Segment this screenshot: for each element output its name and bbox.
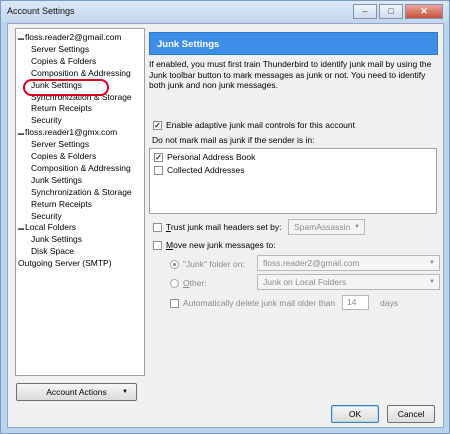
tree-item-label: Local Folders [25,222,77,233]
tree-item[interactable]: Disk Space [31,245,74,257]
chevron-down-icon: ▼ [354,224,360,230]
tree-item-label: Security [31,210,62,221]
tree-item[interactable]: Composition & Addressing [31,67,131,79]
trust-headers-dropdown[interactable]: SpamAssassin ▼ [288,219,365,235]
tree-item[interactable]: Security [31,114,62,126]
whitelist-label: Do not mark mail as junk if the sender i… [152,135,315,145]
cancel-button[interactable]: Cancel [387,405,435,423]
panel-title: Junk Settings [157,39,220,50]
collapse-icon[interactable]: ▬ [18,223,25,235]
collapse-icon[interactable]: ▬ [18,128,25,140]
tree-item[interactable]: Return Receipts [31,102,92,114]
tree-item[interactable]: Junk Settings [31,233,82,245]
close-icon[interactable]: ✕ [405,4,443,19]
trust-headers-dropdown-value: SpamAssassin [294,222,351,232]
tree-item-label: Copies & Folders [31,151,97,161]
account-actions-label: Account Actions [46,387,107,397]
tree-item-label: Server Settings [31,139,90,150]
junk-folder-radio[interactable] [170,260,179,269]
dialog-client-area: ▬floss.reader2@gmail.com Server Settings C… [7,23,444,428]
junk-settings-panel: Junk Settings If enabled, you must first… [149,28,440,408]
tree-item[interactable]: Junk Settings [31,174,82,186]
tree-item-label: Junk Settings [31,174,83,185]
move-junk-checkbox[interactable] [153,241,162,250]
window-title: Account Settings [7,6,75,16]
other-folder-dropdown[interactable]: Junk on Local Folders ▼ [257,274,440,290]
title-bar: Account Settings – □ ✕ [1,1,449,23]
account-settings-window: Account Settings – □ ✕ ▬floss.reader2@gm… [0,0,450,434]
collapse-icon[interactable]: ▬ [18,33,25,45]
tree-item[interactable]: Outgoing Server (SMTP) [18,257,112,269]
move-junk-label: Move new junk messages to: [166,240,276,250]
tree-item-label: Copies & Folders [31,55,97,66]
auto-delete-days-input[interactable]: 14 [342,295,369,310]
chevron-down-icon: ▼ [122,389,128,395]
ok-button[interactable]: OK [331,405,379,423]
auto-delete-checkbox[interactable] [170,299,179,308]
chevron-down-icon: ▼ [429,260,435,266]
auto-delete-label: Automatically delete junk mail older tha… [183,298,336,308]
days-unit-label: days [380,298,398,308]
tree-item[interactable]: Synchronization & Storage [31,186,132,198]
other-folder-label: Other: [183,278,207,288]
tree-item-label: floss.reader2@gmail.com [25,32,122,42]
trust-headers-checkbox[interactable] [153,223,162,232]
tree-item[interactable]: Copies & Folders [31,55,96,67]
other-folder-radio[interactable] [170,279,179,288]
highlight-ring-annotation [23,79,109,96]
tree-item[interactable]: Server Settings [31,138,89,150]
chevron-down-icon: ▼ [429,279,435,285]
enable-adaptive-label: Enable adaptive junk mail controls for t… [166,120,355,130]
tree-item-label: Junk Settings [31,234,83,245]
collected-addresses-checkbox[interactable] [154,166,163,175]
tree-item[interactable]: Security [31,210,62,222]
tree-item-label: Return Receipts [31,103,92,114]
tree-item-label: Security [31,115,62,126]
tree-item-label: Disk Space [31,246,74,257]
address-book-list[interactable]: Personal Address Book Collected Addresse… [149,148,437,214]
tree-item-label: Composition & Addressing [31,67,131,78]
tree-item-label: Server Settings [31,43,90,54]
junk-folder-label: "Junk" folder on: [183,259,245,269]
junk-folder-account-dropdown[interactable]: floss.reader2@gmail.com ▼ [257,255,440,271]
tree-item-label: Outgoing Server (SMTP) [18,258,112,269]
tree-item[interactable]: Return Receipts [31,198,92,210]
tree-item-label: Return Receipts [31,198,92,209]
tree-item[interactable]: Composition & Addressing [31,162,131,174]
trust-headers-label: Trust junk mail headers set by: [166,222,282,232]
personal-address-book-label: Personal Address Book [167,152,256,162]
tree-item[interactable]: ▬floss.reader2@gmail.com [18,31,122,43]
collected-addresses-label: Collected Addresses [167,165,245,175]
tree-item[interactable]: Copies & Folders [31,150,96,162]
tree-item[interactable]: Server Settings [31,43,89,55]
maximize-icon[interactable]: □ [379,4,403,19]
panel-header: Junk Settings [149,32,438,55]
tree-item-label: Synchronization & Storage [31,186,132,197]
tree-item-label: floss.reader1@gmx.com [25,127,118,138]
tree-item[interactable]: ▬Local Folders [18,221,76,233]
window-controls: – □ ✕ [351,4,443,19]
junk-folder-account-value: floss.reader2@gmail.com [263,258,360,268]
account-actions-button[interactable]: Account Actions ▼ [16,383,137,401]
personal-address-book-checkbox[interactable] [154,153,163,162]
minimize-icon[interactable]: – [353,4,377,19]
other-folder-value: Junk on Local Folders [263,277,347,287]
tree-item[interactable]: ▬floss.reader1@gmx.com [18,126,117,138]
tree-item-label: Composition & Addressing [31,162,131,173]
account-tree: ▬floss.reader2@gmail.com Server Settings C… [15,28,145,376]
enable-adaptive-checkbox[interactable] [153,121,162,130]
intro-text: If enabled, you must first train Thunder… [149,59,432,90]
